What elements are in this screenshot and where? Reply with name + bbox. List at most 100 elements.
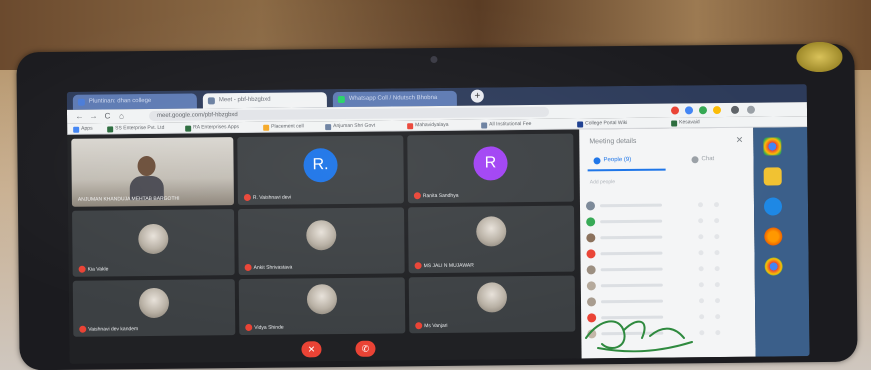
avatar [586, 217, 596, 227]
more-icon[interactable] [714, 282, 720, 288]
bookmark-item[interactable]: RA Enterprises Apps [185, 124, 239, 132]
mic-off-icon [243, 193, 251, 202]
mic-icon [698, 218, 704, 224]
participant-tile[interactable]: MS JALI N MUJAWAR [408, 205, 575, 274]
reload-icon[interactable]: C [103, 111, 112, 120]
menu-icon[interactable] [746, 105, 756, 114]
extension-icon[interactable] [684, 106, 694, 115]
participant-letter-avatar: R. [303, 148, 338, 183]
participant-tile[interactable]: Ms Vanjari [408, 275, 576, 334]
more-icon[interactable] [715, 314, 721, 320]
sticker [796, 41, 843, 73]
browser-tab[interactable]: Pluntinan: dhan college [72, 93, 197, 110]
tab-label: Whatsapp Coll / Ndutsch Bhobna [348, 94, 438, 102]
participant-tile[interactable]: ANJUMAN KHANDUJA MEHTAB BARGOTHI [71, 137, 234, 207]
bookmark-icon [407, 123, 414, 130]
more-icon[interactable] [714, 250, 720, 256]
home-icon[interactable]: ⌂ [117, 111, 126, 120]
extension-icon[interactable] [698, 106, 708, 115]
folder-icon[interactable] [763, 167, 782, 186]
mic-off-icon [78, 265, 86, 273]
people-list-item[interactable] [586, 262, 737, 277]
bookmark-item[interactable]: All Institutional Fee [481, 121, 531, 129]
participant-tile[interactable]: Kia Vakle [72, 209, 235, 277]
participant-tile[interactable]: Vaishnavi dev kandem [72, 279, 236, 337]
mic-off-icon [244, 263, 252, 272]
mic-icon [698, 266, 704, 272]
more-icon[interactable] [714, 218, 720, 224]
avatar [586, 249, 596, 259]
people-list-item[interactable] [586, 278, 737, 293]
avatar [585, 201, 596, 211]
participant-tile[interactable]: R. R. Vaishnavi devi [237, 135, 404, 206]
bookmark-icon [671, 120, 678, 127]
more-icon[interactable] [714, 298, 721, 304]
participant-avatar [476, 282, 508, 313]
bookmark-item[interactable]: SS Enterprise Pvt. Ltd [107, 125, 164, 133]
people-list-item[interactable] [586, 214, 736, 229]
mic-icon [698, 282, 704, 288]
edge-icon[interactable] [763, 197, 783, 216]
participant-tile[interactable]: R Ranita Sandhya [407, 133, 574, 204]
participant-avatar [306, 220, 337, 251]
hangup-button[interactable]: ✆ [355, 340, 376, 357]
more-icon[interactable] [715, 330, 721, 336]
mic-off-button[interactable]: ✕ [301, 341, 322, 358]
participant-tile[interactable]: Vidya Shinde [238, 277, 406, 336]
bookmark-item[interactable]: Placement cell [263, 123, 304, 131]
more-icon[interactable] [714, 266, 720, 272]
tab-chat[interactable]: Chat [691, 156, 714, 164]
firefox-icon[interactable] [764, 227, 783, 246]
active-tab-indicator [587, 168, 666, 172]
more-icon[interactable] [714, 234, 720, 240]
bookmark-item[interactable]: Kesavaid [671, 119, 700, 127]
chrome-icon[interactable] [764, 257, 783, 276]
profile-avatar[interactable] [730, 105, 740, 114]
bookmark-icon [263, 124, 270, 131]
participant-name: Vidya Shinde [245, 323, 284, 332]
participant-tile[interactable]: Ankit Shrivastava [238, 207, 405, 276]
participant-name: Ranita Sandhya [413, 192, 459, 200]
mic-off-icon [245, 323, 253, 332]
laptop: Pluntinan: dhan college Meet - pbf-hbzgb… [16, 41, 858, 370]
browser-tab[interactable]: Whatsapp Coll / Ndutsch Bhobna [332, 90, 457, 108]
people-list-item[interactable] [585, 198, 736, 213]
avatar [586, 281, 596, 291]
extension-icon[interactable] [712, 106, 722, 115]
people-list-item[interactable] [586, 246, 736, 261]
bookmark-icon [325, 124, 332, 131]
mic-icon [698, 234, 704, 240]
people-list-item[interactable] [586, 294, 737, 309]
bookmark-item[interactable]: Mahavidyalaya [407, 122, 449, 130]
browser-tab-active[interactable]: Meet - pbf-hbzgbxd [202, 92, 327, 109]
bookmark-icon [481, 122, 488, 129]
participant-letter-avatar: R [473, 146, 508, 181]
os-taskbar [753, 127, 810, 357]
apps-icon [73, 126, 80, 133]
meet-grid: ANJUMAN KHANDUJA MEHTAB BARGOTHI R. R. V… [67, 129, 582, 364]
close-icon[interactable]: ✕ [736, 135, 744, 146]
mic-icon [698, 250, 704, 256]
bookmark-item[interactable]: College Portal Wiki [577, 120, 627, 128]
bookmark-item[interactable]: Anjuman Shri Govt [325, 123, 375, 131]
participant-avatar [138, 223, 169, 255]
tab-label: Meet - pbf-hbzgbxd [218, 96, 271, 104]
back-icon[interactable]: ← [75, 112, 84, 121]
mic-off-icon [413, 192, 421, 200]
participant-name: R. Vaishnavi devi [243, 193, 291, 202]
participant-name: Kia Vakle [78, 265, 108, 273]
tab-people[interactable]: People (9) [593, 157, 631, 165]
photo-scene: Pluntinan: dhan college Meet - pbf-hbzgb… [0, 0, 871, 370]
handwritten-signature [585, 320, 693, 353]
extension-icon[interactable] [670, 106, 680, 115]
bookmark-item[interactable]: Apps [73, 126, 93, 133]
mic-icon [699, 330, 705, 336]
new-tab-button[interactable]: + [470, 89, 484, 103]
tab-label: Pluntinan: dhan college [88, 97, 152, 105]
panel-title: Meeting details [589, 137, 637, 146]
people-list-item[interactable] [586, 230, 736, 245]
more-icon[interactable] [713, 202, 720, 208]
add-people-link[interactable]: Add people [590, 179, 615, 185]
forward-icon[interactable]: → [89, 112, 98, 121]
chrome-icon[interactable] [763, 137, 782, 156]
